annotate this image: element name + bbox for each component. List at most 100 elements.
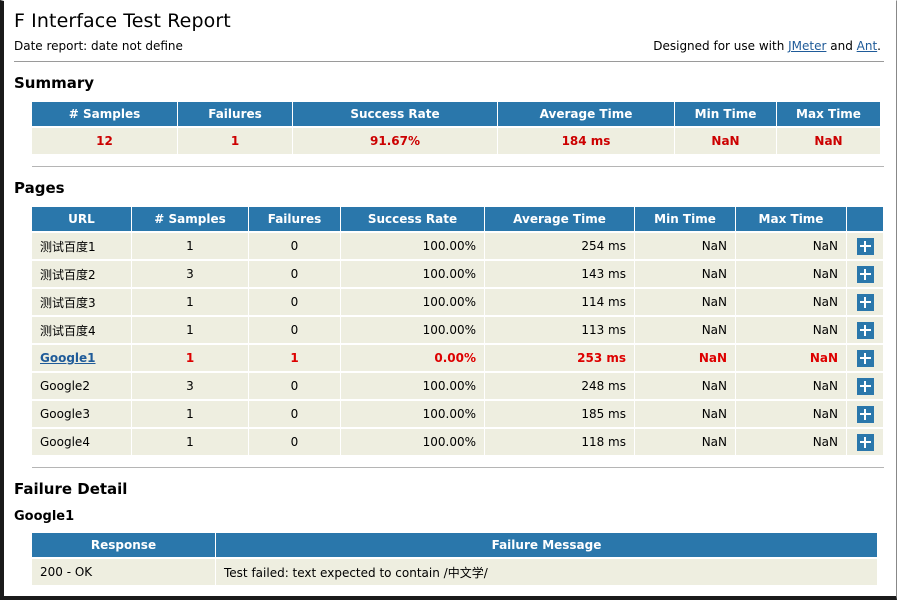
table-row: Google3 1 0 100.00% 185 ms NaN NaN [32, 401, 883, 427]
designed-mid: and [826, 39, 857, 53]
plus-icon[interactable] [856, 405, 874, 423]
pages-divider [32, 467, 884, 468]
page-samples-cell: 1 [132, 233, 248, 259]
pages-col-expand [847, 207, 883, 231]
expand-cell[interactable] [847, 233, 883, 259]
page-max-time-cell: NaN [736, 345, 846, 371]
table-row: Google1 1 1 0.00% 253 ms NaN NaN [32, 345, 883, 371]
summary-divider [32, 166, 884, 167]
pages-col-url: URL [32, 207, 131, 231]
page-min-time-cell: NaN [635, 429, 735, 455]
page-url-cell: 测试百度1 [32, 233, 131, 259]
failure-message-cell: Test failed: text expected to contain /中… [216, 559, 877, 585]
designed-prefix: Designed for use with [653, 39, 789, 53]
failure-detail-table: Response Failure Message 200 - OK Test fa… [31, 531, 878, 587]
pages-header-row: URL # Samples Failures Success Rate Aver… [32, 207, 883, 231]
ant-link[interactable]: Ant [857, 39, 878, 53]
summary-value-samples: 12 [32, 128, 177, 154]
summary-col-success-rate: Success Rate [293, 102, 497, 126]
failure-header-row: Response Failure Message [32, 533, 877, 557]
page-url-cell: 测试百度2 [32, 261, 131, 287]
page-max-time-cell: NaN [736, 373, 846, 399]
pages-col-max-time: Max Time [736, 207, 846, 231]
page-success-rate-cell: 0.00% [341, 345, 484, 371]
plus-icon[interactable] [856, 433, 874, 451]
page-failures-cell: 0 [249, 401, 340, 427]
page-samples-cell: 1 [132, 317, 248, 343]
table-row: 测试百度1 1 0 100.00% 254 ms NaN NaN [32, 233, 883, 259]
expand-cell[interactable] [847, 373, 883, 399]
page-min-time-cell: NaN [635, 401, 735, 427]
failure-table-body: 200 - OK Test failed: text expected to co… [32, 559, 877, 585]
table-row: Google4 1 0 100.00% 118 ms NaN NaN [32, 429, 883, 455]
page-success-rate-cell: 100.00% [341, 429, 484, 455]
summary-col-max-time: Max Time [777, 102, 880, 126]
summary-col-average-time: Average Time [498, 102, 674, 126]
expand-cell[interactable] [847, 401, 883, 427]
designed-suffix: . [877, 39, 881, 53]
page-max-time-cell: NaN [736, 233, 846, 259]
pages-col-min-time: Min Time [635, 207, 735, 231]
summary-col-samples: # Samples [32, 102, 177, 126]
expand-cell[interactable] [847, 289, 883, 315]
page-url-cell: Google3 [32, 401, 131, 427]
date-report-text: Date report: date not define [14, 39, 183, 53]
page-min-time-cell: NaN [635, 345, 735, 371]
page-url-cell: Google2 [32, 373, 131, 399]
failure-response-cell: 200 - OK [32, 559, 215, 585]
page-url-cell: 测试百度4 [32, 317, 131, 343]
failure-group-title: Google1 [14, 509, 75, 524]
page-max-time-cell: NaN [736, 401, 846, 427]
page-success-rate-cell: 100.00% [341, 289, 484, 315]
page-max-time-cell: NaN [736, 317, 846, 343]
expand-cell[interactable] [847, 261, 883, 287]
page-average-time-cell: 253 ms [485, 345, 634, 371]
page-samples-cell: 3 [132, 261, 248, 287]
jmeter-link[interactable]: JMeter [788, 39, 826, 53]
page-samples-cell: 3 [132, 373, 248, 399]
expand-cell[interactable] [847, 429, 883, 455]
page-average-time-cell: 113 ms [485, 317, 634, 343]
pages-table: URL # Samples Failures Success Rate Aver… [31, 205, 884, 457]
plus-icon[interactable] [856, 349, 874, 367]
page-min-time-cell: NaN [635, 233, 735, 259]
summary-value-success-rate: 91.67% [293, 128, 497, 154]
page-samples-cell: 1 [132, 429, 248, 455]
page-max-time-cell: NaN [736, 261, 846, 287]
table-row: 测试百度3 1 0 100.00% 114 ms NaN NaN [32, 289, 883, 315]
header-divider [14, 61, 884, 62]
summary-value-min-time: NaN [675, 128, 776, 154]
page-url-cell: 测试百度3 [32, 289, 131, 315]
plus-icon[interactable] [856, 321, 874, 339]
page-average-time-cell: 248 ms [485, 373, 634, 399]
summary-section-title: Summary [14, 74, 95, 92]
pages-col-failures: Failures [249, 207, 340, 231]
table-row: 测试百度2 3 0 100.00% 143 ms NaN NaN [32, 261, 883, 287]
table-row: 200 - OK Test failed: text expected to co… [32, 559, 877, 585]
page-success-rate-cell: 100.00% [341, 261, 484, 287]
page-samples-cell: 1 [132, 401, 248, 427]
report-page: F Interface Test Report Date report: dat… [0, 0, 897, 600]
page-success-rate-cell: 100.00% [341, 317, 484, 343]
plus-icon[interactable] [856, 237, 874, 255]
page-max-time-cell: NaN [736, 289, 846, 315]
page-average-time-cell: 114 ms [485, 289, 634, 315]
summary-value-average-time: 184 ms [498, 128, 674, 154]
expand-cell[interactable] [847, 345, 883, 371]
page-average-time-cell: 254 ms [485, 233, 634, 259]
page-failures-cell: 0 [249, 429, 340, 455]
plus-icon[interactable] [856, 265, 874, 283]
pages-section-title: Pages [14, 179, 65, 197]
failure-col-message: Failure Message [216, 533, 877, 557]
page-failures-cell: 1 [249, 345, 340, 371]
failure-col-response: Response [32, 533, 215, 557]
expand-cell[interactable] [847, 317, 883, 343]
page-min-time-cell: NaN [635, 261, 735, 287]
plus-icon[interactable] [856, 377, 874, 395]
plus-icon[interactable] [856, 293, 874, 311]
table-row: Google2 3 0 100.00% 248 ms NaN NaN [32, 373, 883, 399]
page-url-link[interactable]: Google1 [40, 351, 96, 365]
page-samples-cell: 1 [132, 289, 248, 315]
page-failures-cell: 0 [249, 317, 340, 343]
page-url-cell[interactable]: Google1 [32, 345, 131, 371]
